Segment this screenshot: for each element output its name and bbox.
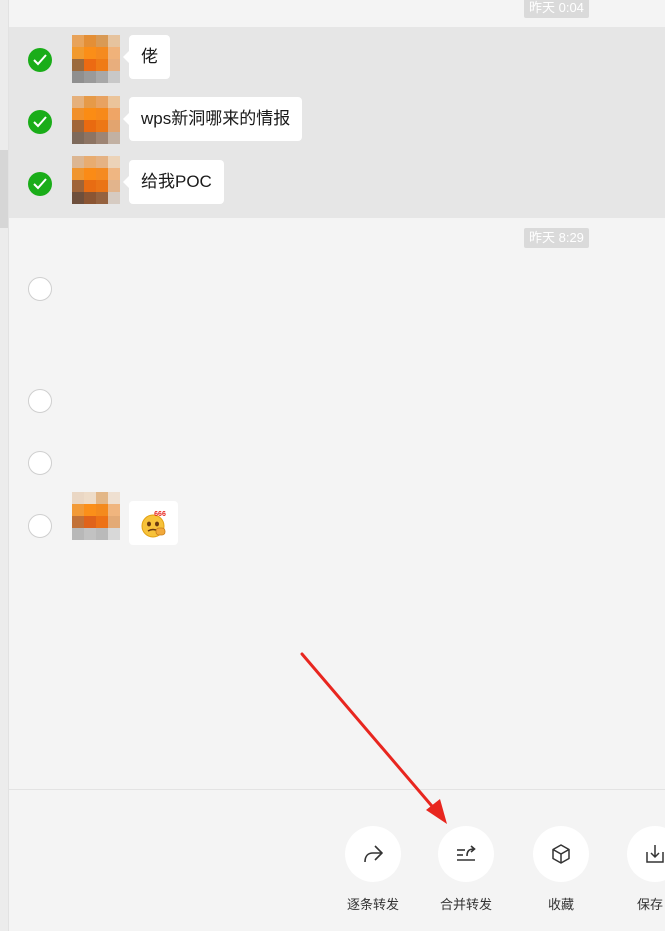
message-select-checkbox[interactable] [28, 389, 52, 413]
checkmark-icon [33, 178, 47, 190]
left-edge-strip [0, 0, 9, 931]
avatar[interactable] [72, 96, 120, 144]
sticker-text: 666 [154, 511, 166, 518]
favorite-cube-icon [552, 844, 570, 864]
forward-one-by-one-button[interactable] [345, 826, 401, 882]
timestamp: 昨天 8:29 [524, 228, 589, 248]
emoji-666-sticker: 666 [141, 511, 166, 538]
message-bubble[interactable]: 给我POC [123, 160, 224, 204]
favorite-label: 收藏 [547, 897, 574, 912]
message-select-checkbox[interactable] [28, 172, 52, 196]
avatar[interactable] [72, 492, 120, 540]
message-select-checkbox[interactable] [28, 451, 52, 475]
merge-forward-label: 合并转发 [439, 897, 492, 912]
checkmark-icon [33, 54, 47, 66]
sticker-bubble[interactable]: 666 [129, 501, 178, 545]
avatar[interactable] [72, 156, 120, 204]
favorite-button[interactable] [533, 826, 589, 882]
save-button[interactable] [627, 826, 665, 882]
message-bubble[interactable]: wps新洞哪来的情报 [122, 97, 303, 141]
checkmark-icon [33, 116, 47, 128]
forward-icon [364, 845, 383, 863]
timestamp: 昨天 0:04 [524, 0, 589, 18]
left-scrollbar-thumb[interactable] [0, 150, 8, 228]
merge-forward-button[interactable] [438, 826, 494, 882]
message-select-checkbox[interactable] [28, 48, 52, 72]
save-download-icon [646, 845, 664, 863]
message-select-checkbox[interactable] [28, 110, 52, 134]
message-select-checkbox[interactable] [28, 277, 52, 301]
avatar[interactable] [72, 35, 120, 83]
merge-forward-icon [457, 845, 476, 861]
forward-one-by-one-label: 逐条转发 [346, 897, 399, 912]
message-select-checkbox[interactable] [28, 514, 52, 538]
message-bubble[interactable]: 佬 [123, 35, 170, 79]
toolbar-divider [9, 789, 665, 790]
save-label: 保存 [636, 897, 663, 912]
